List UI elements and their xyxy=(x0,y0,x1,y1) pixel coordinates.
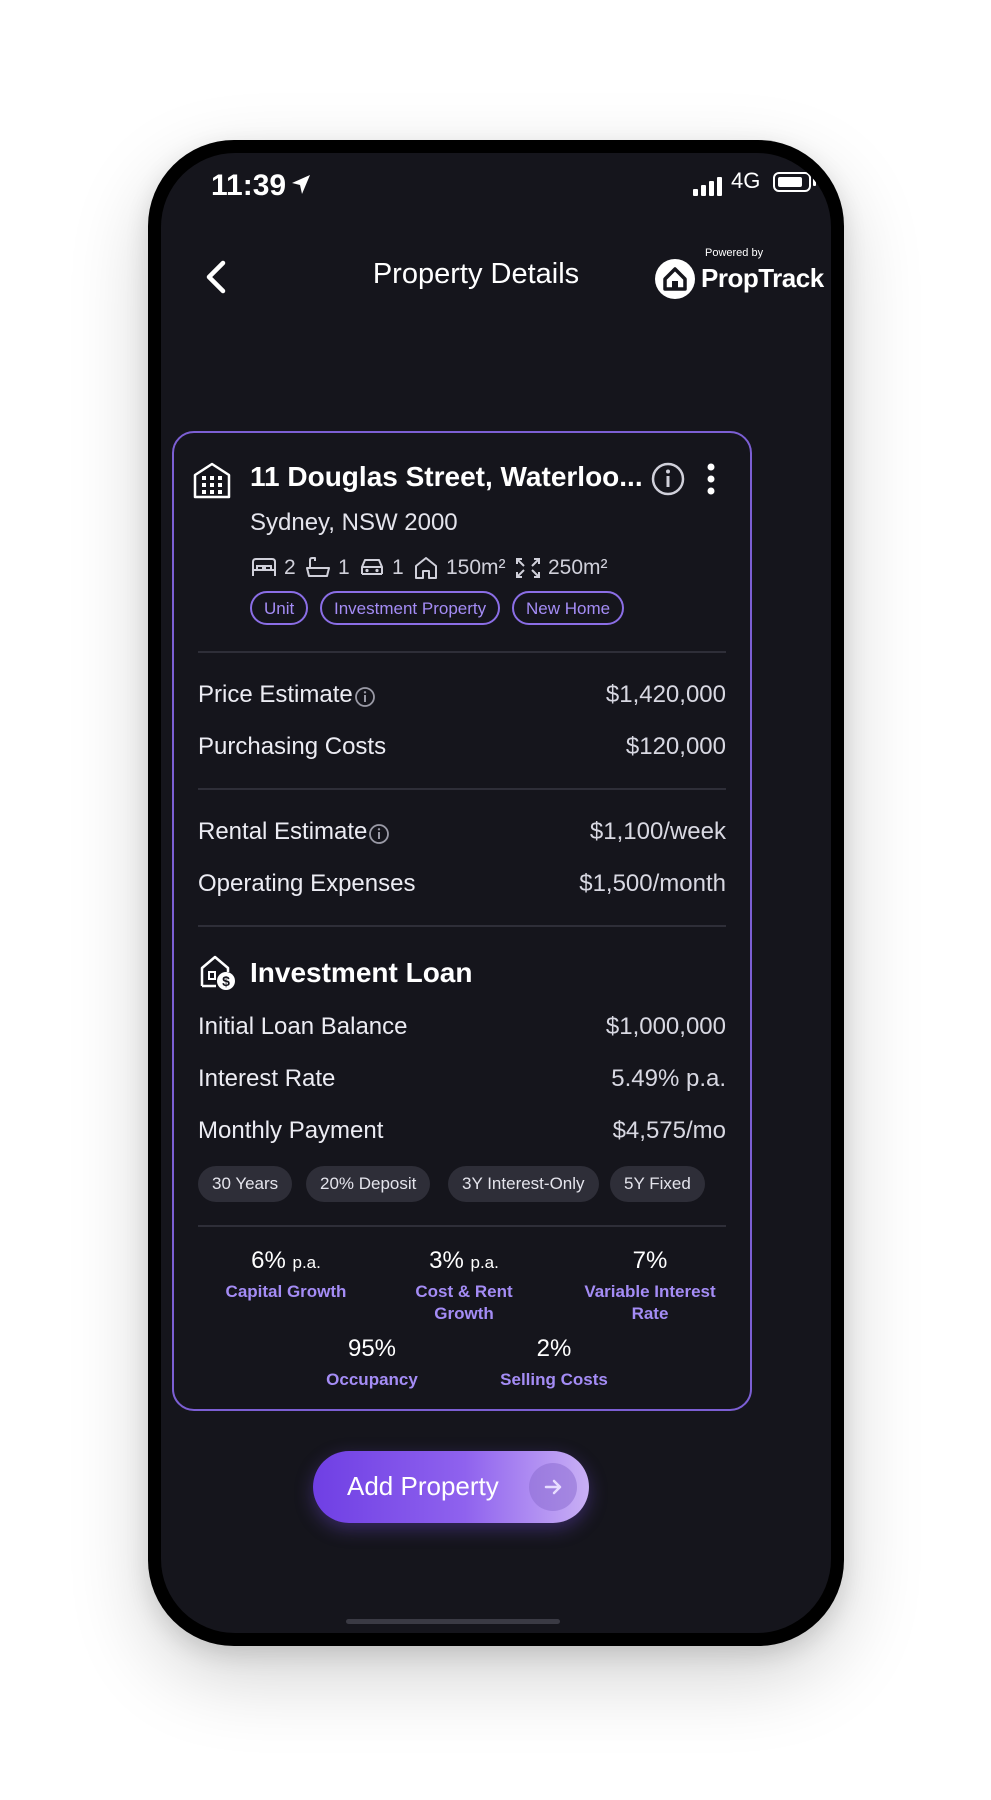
price-estimate-row: Price Estimate $1,420,000 xyxy=(198,681,726,713)
baths-count: 1 xyxy=(338,556,350,579)
loan-balance-value: $1,000,000 xyxy=(605,1013,726,1040)
metric-label: Variable Interest xyxy=(584,1282,716,1301)
divider xyxy=(198,925,726,927)
home-indicator xyxy=(346,1619,560,1624)
house-area-feature: 150m² xyxy=(412,553,506,583)
house-dollar-icon: $ xyxy=(198,953,236,996)
app-screen: 11:39 4G Property Details Powered by Pro… xyxy=(161,153,831,1633)
interest-rate-row: Interest Rate 5.49% p.a. xyxy=(198,1065,726,1097)
battery-icon xyxy=(773,172,811,192)
purchasing-costs-value: $120,000 xyxy=(625,733,726,760)
investment-loan-title: Investment Loan xyxy=(250,957,473,988)
occupancy-metric[interactable]: 95% Occupancy xyxy=(282,1335,462,1391)
monthly-payment-label: Monthly Payment xyxy=(198,1117,384,1144)
capital-growth-metric[interactable]: 6% p.a. Capital Growth xyxy=(196,1247,376,1303)
more-options-button[interactable] xyxy=(704,461,718,502)
chevron-left-icon xyxy=(206,260,226,294)
info-icon xyxy=(651,462,685,496)
rental-estimate-value: $1,100/week xyxy=(589,818,726,845)
metric-value: 7% xyxy=(632,1247,668,1274)
info-button[interactable] xyxy=(650,461,686,502)
loan-balance-row: Initial Loan Balance $1,000,000 xyxy=(198,1013,726,1045)
metric-unit: p.a. xyxy=(470,1253,499,1272)
add-property-button[interactable]: Add Property xyxy=(313,1451,589,1523)
metric-label: Cost & Rent xyxy=(415,1282,513,1301)
network-type: 4G xyxy=(731,168,761,193)
property-city: Sydney, NSW 2000 xyxy=(250,509,458,536)
cars-count: 1 xyxy=(392,556,404,579)
beds-count: 2 xyxy=(284,556,296,579)
loan-term-pill[interactable]: 30 Years xyxy=(198,1166,293,1202)
add-property-label: Add Property xyxy=(347,1471,499,1501)
proptrack-brand: Powered by PropTrack xyxy=(653,247,824,307)
divider xyxy=(198,1225,726,1227)
metric-value: 6% xyxy=(251,1247,286,1274)
interest-rate-label: Interest Rate xyxy=(198,1065,336,1092)
purchasing-costs-row: Purchasing Costs $120,000 xyxy=(198,733,726,765)
arrow-right-icon xyxy=(529,1463,577,1511)
variable-interest-rate-metric[interactable]: 7% Variable Interest Rate xyxy=(560,1247,740,1325)
more-vertical-icon xyxy=(707,463,715,495)
purchasing-costs-label: Purchasing Costs xyxy=(198,733,387,760)
fixed-term-pill[interactable]: 5Y Fixed xyxy=(610,1166,705,1202)
divider xyxy=(198,788,726,790)
signal-icon xyxy=(693,176,725,196)
interest-rate-value: 5.49% p.a. xyxy=(611,1065,726,1092)
operating-expenses-row: Operating Expenses $1,500/month xyxy=(198,870,726,902)
location-arrow-icon xyxy=(291,174,311,201)
tag-unit: Unit xyxy=(250,591,309,625)
monthly-payment-row: Monthly Payment $4,575/mo xyxy=(198,1117,726,1149)
price-estimate-label: Price Estimate xyxy=(198,681,353,708)
tag-investment-property: Investment Property xyxy=(320,591,501,625)
building-icon xyxy=(192,461,232,504)
operating-expenses-value: $1,500/month xyxy=(579,870,726,897)
property-card: 11 Douglas Street, Waterloo... Sydney, N… xyxy=(172,431,752,1411)
property-address: 11 Douglas Street, Waterloo... xyxy=(250,461,643,492)
interest-only-pill[interactable]: 3Y Interest-Only xyxy=(448,1166,599,1202)
metric-label: Capital Growth xyxy=(225,1282,347,1301)
beds-feature: 2 xyxy=(250,553,296,583)
cost-rent-growth-metric[interactable]: 3% p.a. Cost & Rent Growth xyxy=(374,1247,554,1325)
back-button[interactable] xyxy=(197,255,237,299)
cars-feature: 1 xyxy=(358,553,404,583)
powered-by-label: Powered by xyxy=(705,247,764,259)
svg-text:$: $ xyxy=(222,973,230,989)
car-icon xyxy=(361,559,383,575)
house-icon xyxy=(415,557,437,579)
metric-unit: p.a. xyxy=(292,1253,321,1272)
monthly-payment-value: $4,575/mo xyxy=(612,1117,726,1144)
bath-icon xyxy=(306,557,330,577)
tag-new-home: New Home xyxy=(512,591,625,625)
bed-icon xyxy=(252,558,276,576)
price-estimate-info-icon[interactable] xyxy=(354,686,376,713)
page-title: Property Details xyxy=(372,258,580,290)
brand-name: PropTrack xyxy=(701,263,824,293)
house-area: 150m² xyxy=(446,556,506,579)
metric-label-line2: Growth xyxy=(434,1304,494,1323)
loan-balance-label: Initial Loan Balance xyxy=(198,1013,408,1040)
metric-value: 3% xyxy=(429,1247,464,1274)
expand-area-icon xyxy=(516,558,540,578)
metric-value: 95% xyxy=(347,1335,397,1362)
rental-estimate-label: Rental Estimate xyxy=(198,818,368,845)
rental-estimate-row: Rental Estimate $1,100/week xyxy=(198,818,726,850)
status-time: 11:39 xyxy=(211,169,287,202)
deposit-pill[interactable]: 20% Deposit xyxy=(306,1166,431,1202)
phone-frame: 11:39 4G Property Details Powered by Pro… xyxy=(148,140,844,1646)
battery-tip xyxy=(813,178,816,186)
price-estimate-value: $1,420,000 xyxy=(605,681,726,708)
rental-estimate-info-icon[interactable] xyxy=(368,823,390,850)
land-area: 250m² xyxy=(548,556,608,579)
proptrack-logo-icon xyxy=(653,257,697,301)
operating-expenses-label: Operating Expenses xyxy=(198,870,416,897)
divider xyxy=(198,651,726,653)
selling-costs-metric[interactable]: 2% Selling Costs xyxy=(464,1335,644,1391)
land-area-feature: 250m² xyxy=(514,553,608,583)
metric-label: Selling Costs xyxy=(500,1370,608,1389)
baths-feature: 1 xyxy=(304,553,350,583)
metric-label: Occupancy xyxy=(326,1370,418,1389)
metric-value: 2% xyxy=(536,1335,572,1362)
metric-label-line2: Rate xyxy=(631,1304,669,1323)
